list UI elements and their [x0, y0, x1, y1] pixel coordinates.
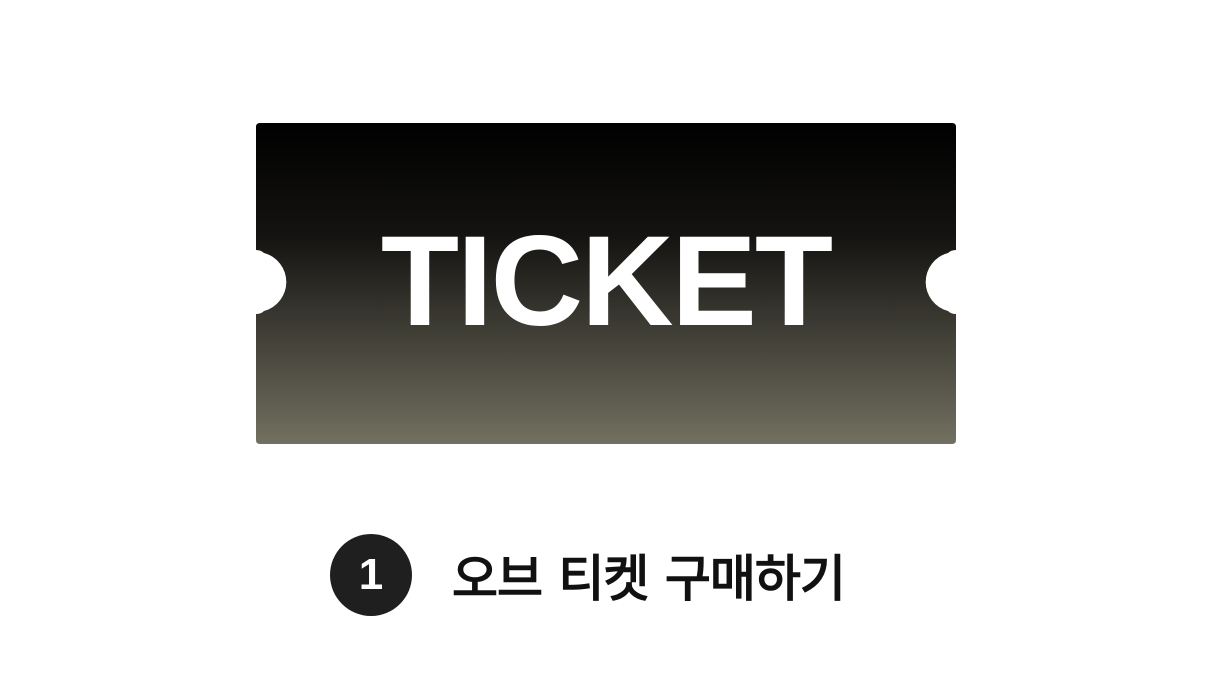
step-number: 1: [358, 550, 384, 599]
step-label: 오브 티켓 구매하기: [452, 550, 846, 608]
ticket-graphic: TICKET: [256, 123, 956, 444]
step-item: 1 오브 티켓 구매하기: [330, 534, 846, 616]
step-number-badge: 1: [330, 534, 412, 616]
ticket-label-text: TICKET: [380, 209, 833, 353]
ticket-label: TICKET: [256, 123, 956, 444]
page: TICKET 1 오브 티켓 구매하기: [0, 0, 1209, 680]
